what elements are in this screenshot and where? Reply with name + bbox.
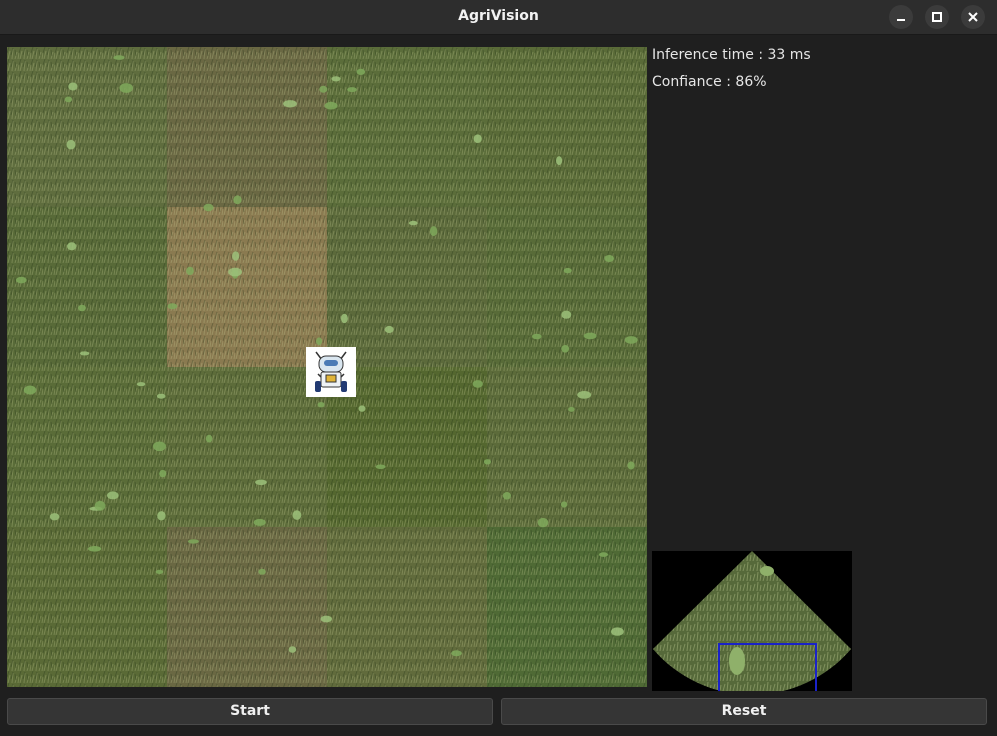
weed-mark — [611, 627, 624, 636]
weed-mark — [317, 402, 325, 408]
weed-mark — [356, 68, 366, 75]
weed-mark — [155, 569, 164, 575]
weed-mark — [556, 156, 563, 166]
weed-mark — [167, 303, 178, 310]
weed-mark — [67, 242, 77, 251]
weed-mark — [159, 469, 167, 478]
minimize-icon — [897, 19, 905, 21]
weed-mark — [375, 464, 386, 470]
inference-time-label: Inference time : 33 ms — [652, 47, 811, 63]
weed-mark — [502, 492, 511, 500]
robot-icon[interactable] — [306, 347, 356, 397]
close-icon — [968, 12, 978, 22]
weed-mark — [408, 220, 418, 226]
weed-mark — [157, 511, 166, 521]
weed-mark — [604, 255, 614, 262]
weed-mark — [187, 539, 199, 544]
weed-mark — [23, 385, 37, 395]
weed-mark — [560, 501, 568, 508]
weed-mark — [561, 310, 572, 319]
weed-mark — [288, 646, 297, 653]
weed-mark — [49, 513, 60, 521]
weed-mark — [94, 500, 106, 511]
maximize-icon — [932, 12, 942, 22]
weed-mark — [64, 96, 73, 103]
weed-mark — [205, 434, 213, 443]
weed-mark — [283, 100, 297, 108]
weed-mark — [598, 552, 609, 557]
weed-mark — [473, 134, 482, 143]
title-bar[interactable]: AgriVision — [0, 0, 997, 35]
weed-mark — [472, 380, 483, 388]
weed-mark — [228, 267, 243, 277]
close-button[interactable] — [961, 5, 985, 29]
start-button[interactable]: Start — [7, 698, 493, 725]
field-map[interactable] — [7, 47, 647, 687]
weed-mark — [358, 405, 366, 412]
weed-mark — [78, 304, 86, 312]
weed-mark — [292, 510, 302, 520]
weed-mark — [331, 76, 341, 82]
weed-mark — [319, 85, 328, 93]
weed-mark — [79, 351, 90, 356]
weed-mark — [583, 332, 597, 340]
weed-mark — [16, 276, 27, 284]
camera-fov-icon — [653, 551, 851, 691]
weed-mark — [232, 251, 240, 261]
weed-mark — [537, 517, 549, 528]
weed-mark — [253, 518, 266, 526]
weed-mark — [340, 313, 348, 324]
weed-mark — [568, 406, 575, 412]
weed-mark — [255, 479, 267, 486]
weed-mark — [203, 203, 214, 212]
weed-mark — [624, 336, 638, 344]
weed-mark — [113, 55, 125, 60]
weed-mark — [627, 461, 635, 470]
weed-mark — [156, 393, 166, 399]
weed-mark — [68, 82, 78, 91]
maximize-button[interactable] — [925, 5, 949, 29]
weed-mark — [563, 267, 572, 274]
weed-mark — [347, 87, 357, 93]
weed-mark — [119, 83, 133, 93]
weed-mark — [258, 568, 266, 575]
camera-view — [652, 551, 852, 691]
weed-mark — [384, 325, 394, 334]
weed-mark — [429, 226, 438, 237]
app-window: AgriVision Inference time: 33 ms Confia… — [0, 0, 997, 736]
weed-mark — [186, 266, 194, 276]
weed-mark — [324, 101, 338, 110]
weed-mark — [233, 195, 242, 205]
weed-mark — [577, 391, 592, 399]
weed-mark — [88, 546, 102, 552]
weed-mark — [532, 333, 542, 340]
confidence-label: Confiance : 86% — [652, 74, 767, 90]
weed-mark — [136, 382, 146, 387]
weed-mark — [484, 459, 491, 465]
window-title: AgriVision — [458, 8, 539, 24]
weed-mark — [320, 615, 332, 623]
weed-mark — [451, 650, 462, 657]
weed-mark — [561, 345, 570, 353]
minimize-button[interactable] — [889, 5, 913, 29]
reset-button[interactable]: Reset — [501, 698, 987, 725]
weed-mark — [316, 337, 323, 346]
weed-mark — [66, 139, 76, 150]
weed-mark — [153, 441, 166, 452]
weed-mark — [107, 491, 119, 500]
